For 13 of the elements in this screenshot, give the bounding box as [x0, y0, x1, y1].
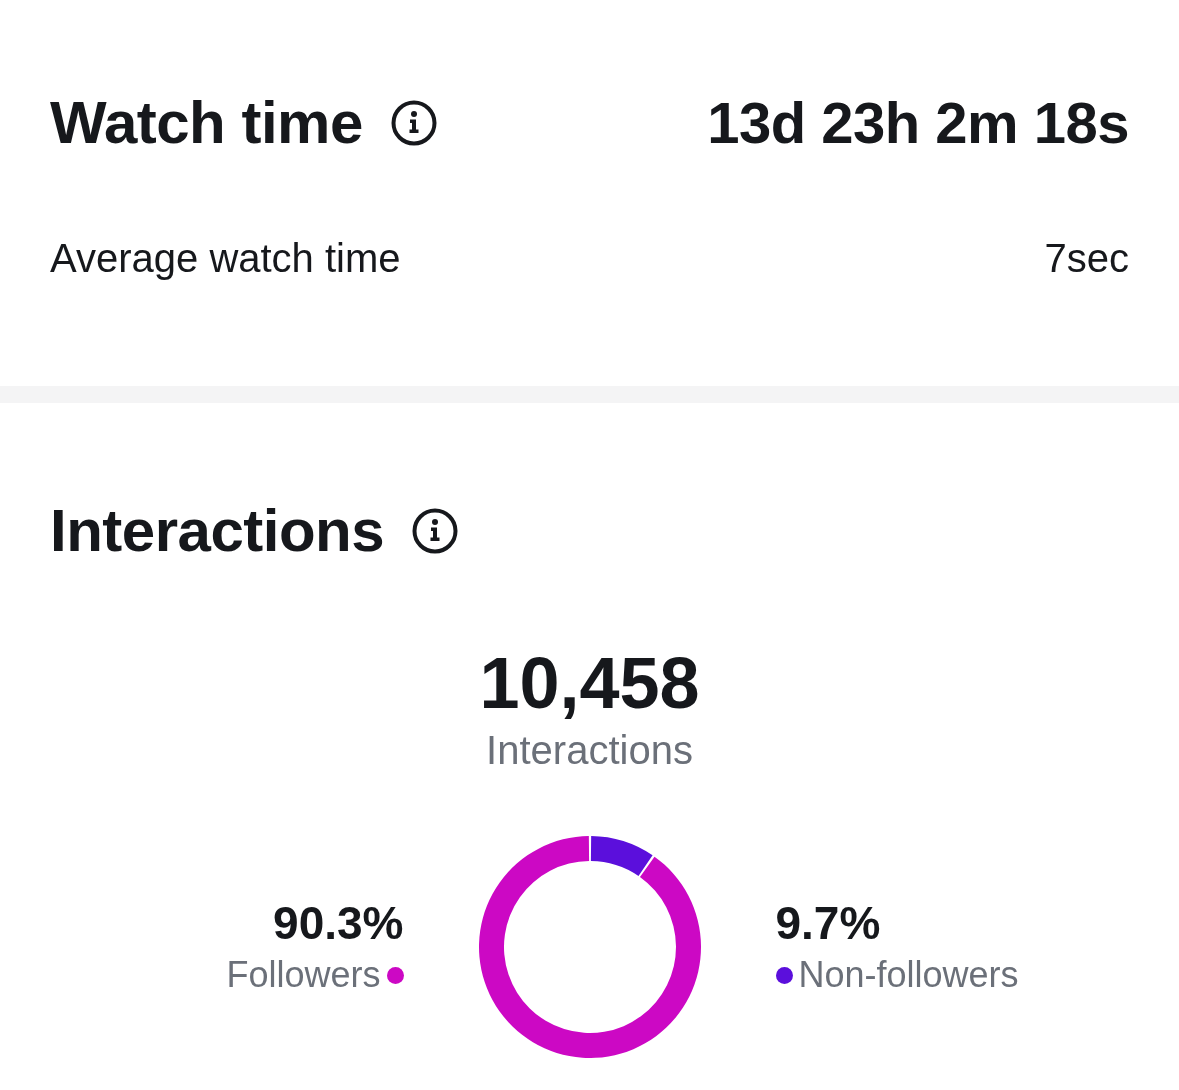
interactions-total-label: Interactions [486, 728, 693, 772]
legend-label: Non-followers [798, 953, 1019, 997]
section-title: Interactions [50, 501, 385, 561]
interactions-total: 10,458 [479, 647, 700, 719]
percentage-value: 9.7% [775, 897, 881, 949]
average-watch-time-value: 7sec [1044, 238, 1129, 278]
section-title: Watch time [50, 93, 363, 153]
info-icon[interactable] [412, 508, 459, 554]
watch-time-value: 13d 23h 2m 18s [707, 94, 1129, 152]
info-icon[interactable] [390, 100, 437, 146]
legend-label: Followers [226, 953, 381, 997]
percentage-value: 90.3% [273, 897, 404, 949]
average-watch-time-label: Average watch time [50, 238, 401, 278]
